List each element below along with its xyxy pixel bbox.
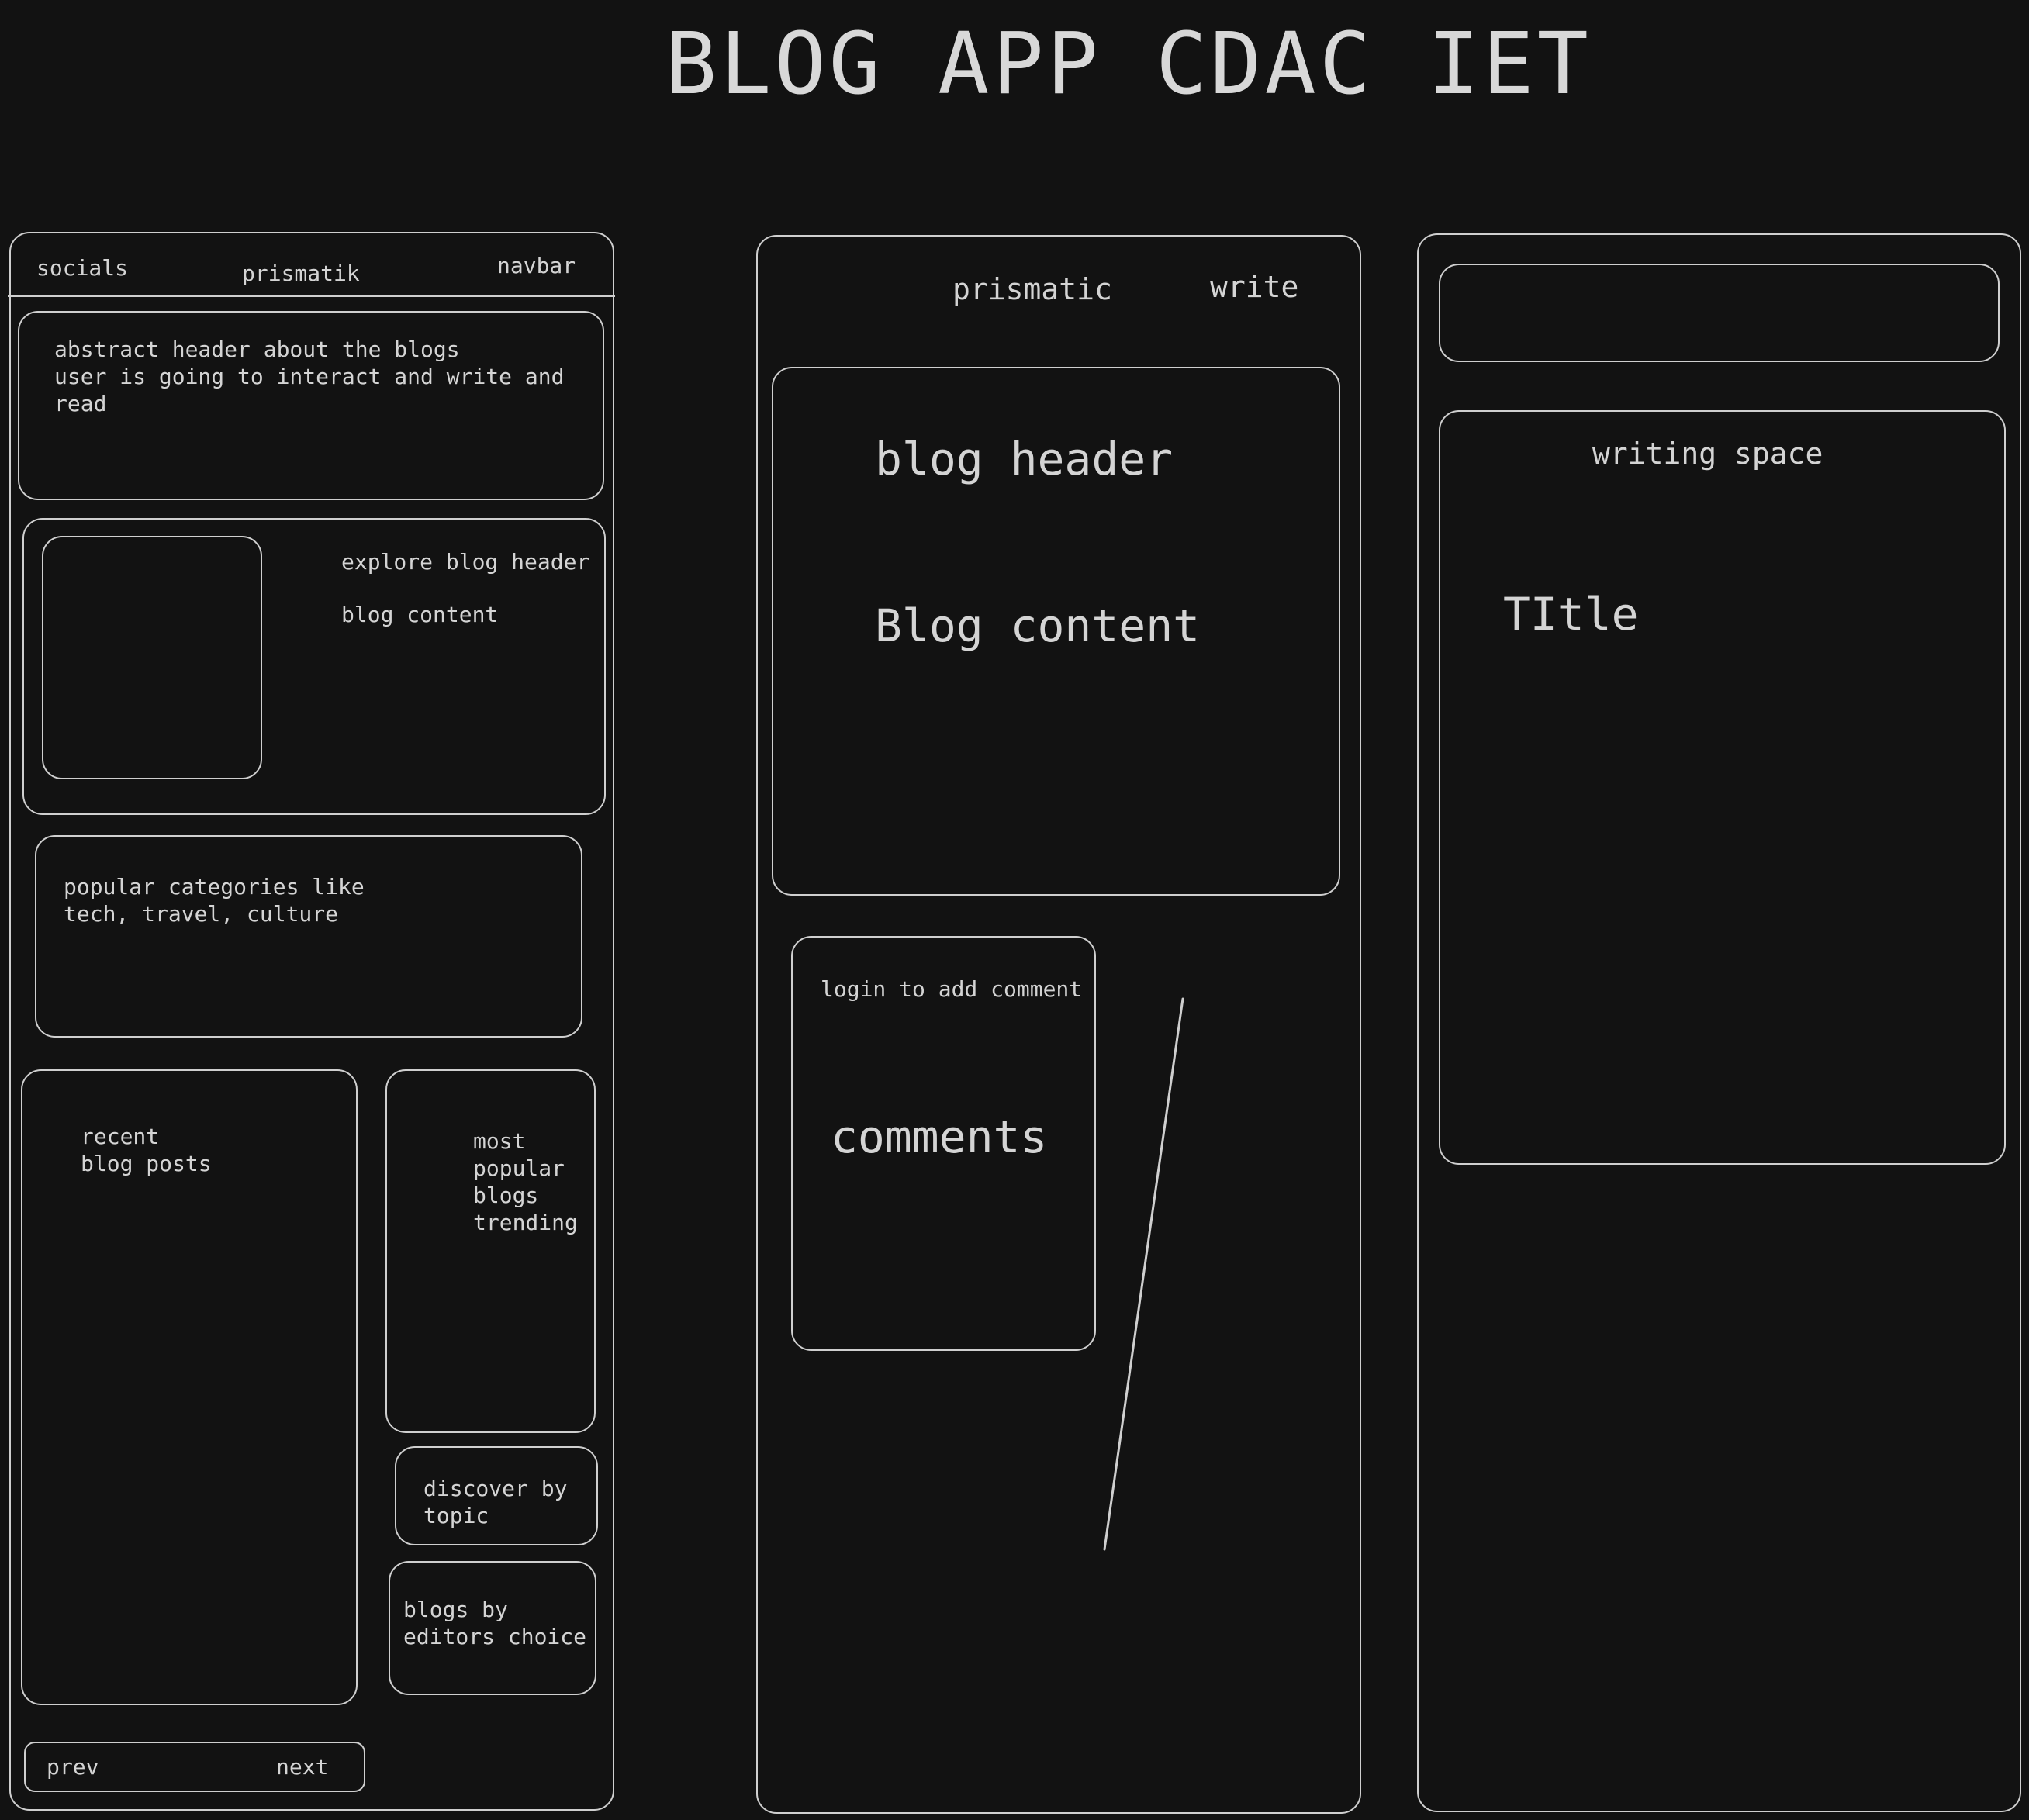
write-navbar-box: [1439, 264, 2000, 362]
login-to-comment-link[interactable]: login to add comment: [821, 976, 1082, 1003]
navbar-brand[interactable]: prismatik: [242, 260, 360, 287]
explore-blog-content: blog content: [341, 602, 499, 627]
navbar-divider: [8, 295, 615, 297]
navbar-socials-link[interactable]: socials: [36, 254, 128, 281]
blog-content-text: Blog content: [875, 599, 1201, 652]
next-button[interactable]: next: [276, 1753, 328, 1780]
abstract-header-text: abstract header about the blogs user is …: [54, 337, 565, 416]
write-link[interactable]: write: [1210, 269, 1298, 306]
writing-space-label: writing space: [1592, 437, 1823, 471]
popular-categories-box[interactable]: [35, 835, 582, 1038]
blog-view-brand[interactable]: prismatic: [952, 271, 1112, 309]
explore-blog-header: explore blog header: [341, 549, 590, 575]
comments-heading: comments: [831, 1110, 1048, 1163]
title-field-label[interactable]: TItle: [1503, 586, 1639, 643]
writing-space-box[interactable]: [1439, 410, 2006, 1165]
explore-blog-image-placeholder: [42, 536, 262, 779]
recent-posts-text: recent blog posts: [81, 1124, 212, 1176]
most-popular-box[interactable]: [385, 1069, 596, 1433]
navbar-menu-link[interactable]: navbar: [497, 252, 576, 279]
prev-button[interactable]: prev: [47, 1753, 99, 1780]
diagonal-annotation-line: [1103, 997, 1184, 1551]
editors-choice-text: blogs by editors choice: [403, 1597, 587, 1649]
most-popular-text: most popular blogs trending: [473, 1128, 578, 1235]
popular-categories-text: popular categories like tech, travel, cu…: [64, 874, 365, 927]
blog-header-text: blog header: [875, 433, 1174, 485]
page-title: BLOG APP CDAC IET: [665, 14, 1592, 113]
discover-by-topic-text: discover by topic: [423, 1476, 568, 1528]
